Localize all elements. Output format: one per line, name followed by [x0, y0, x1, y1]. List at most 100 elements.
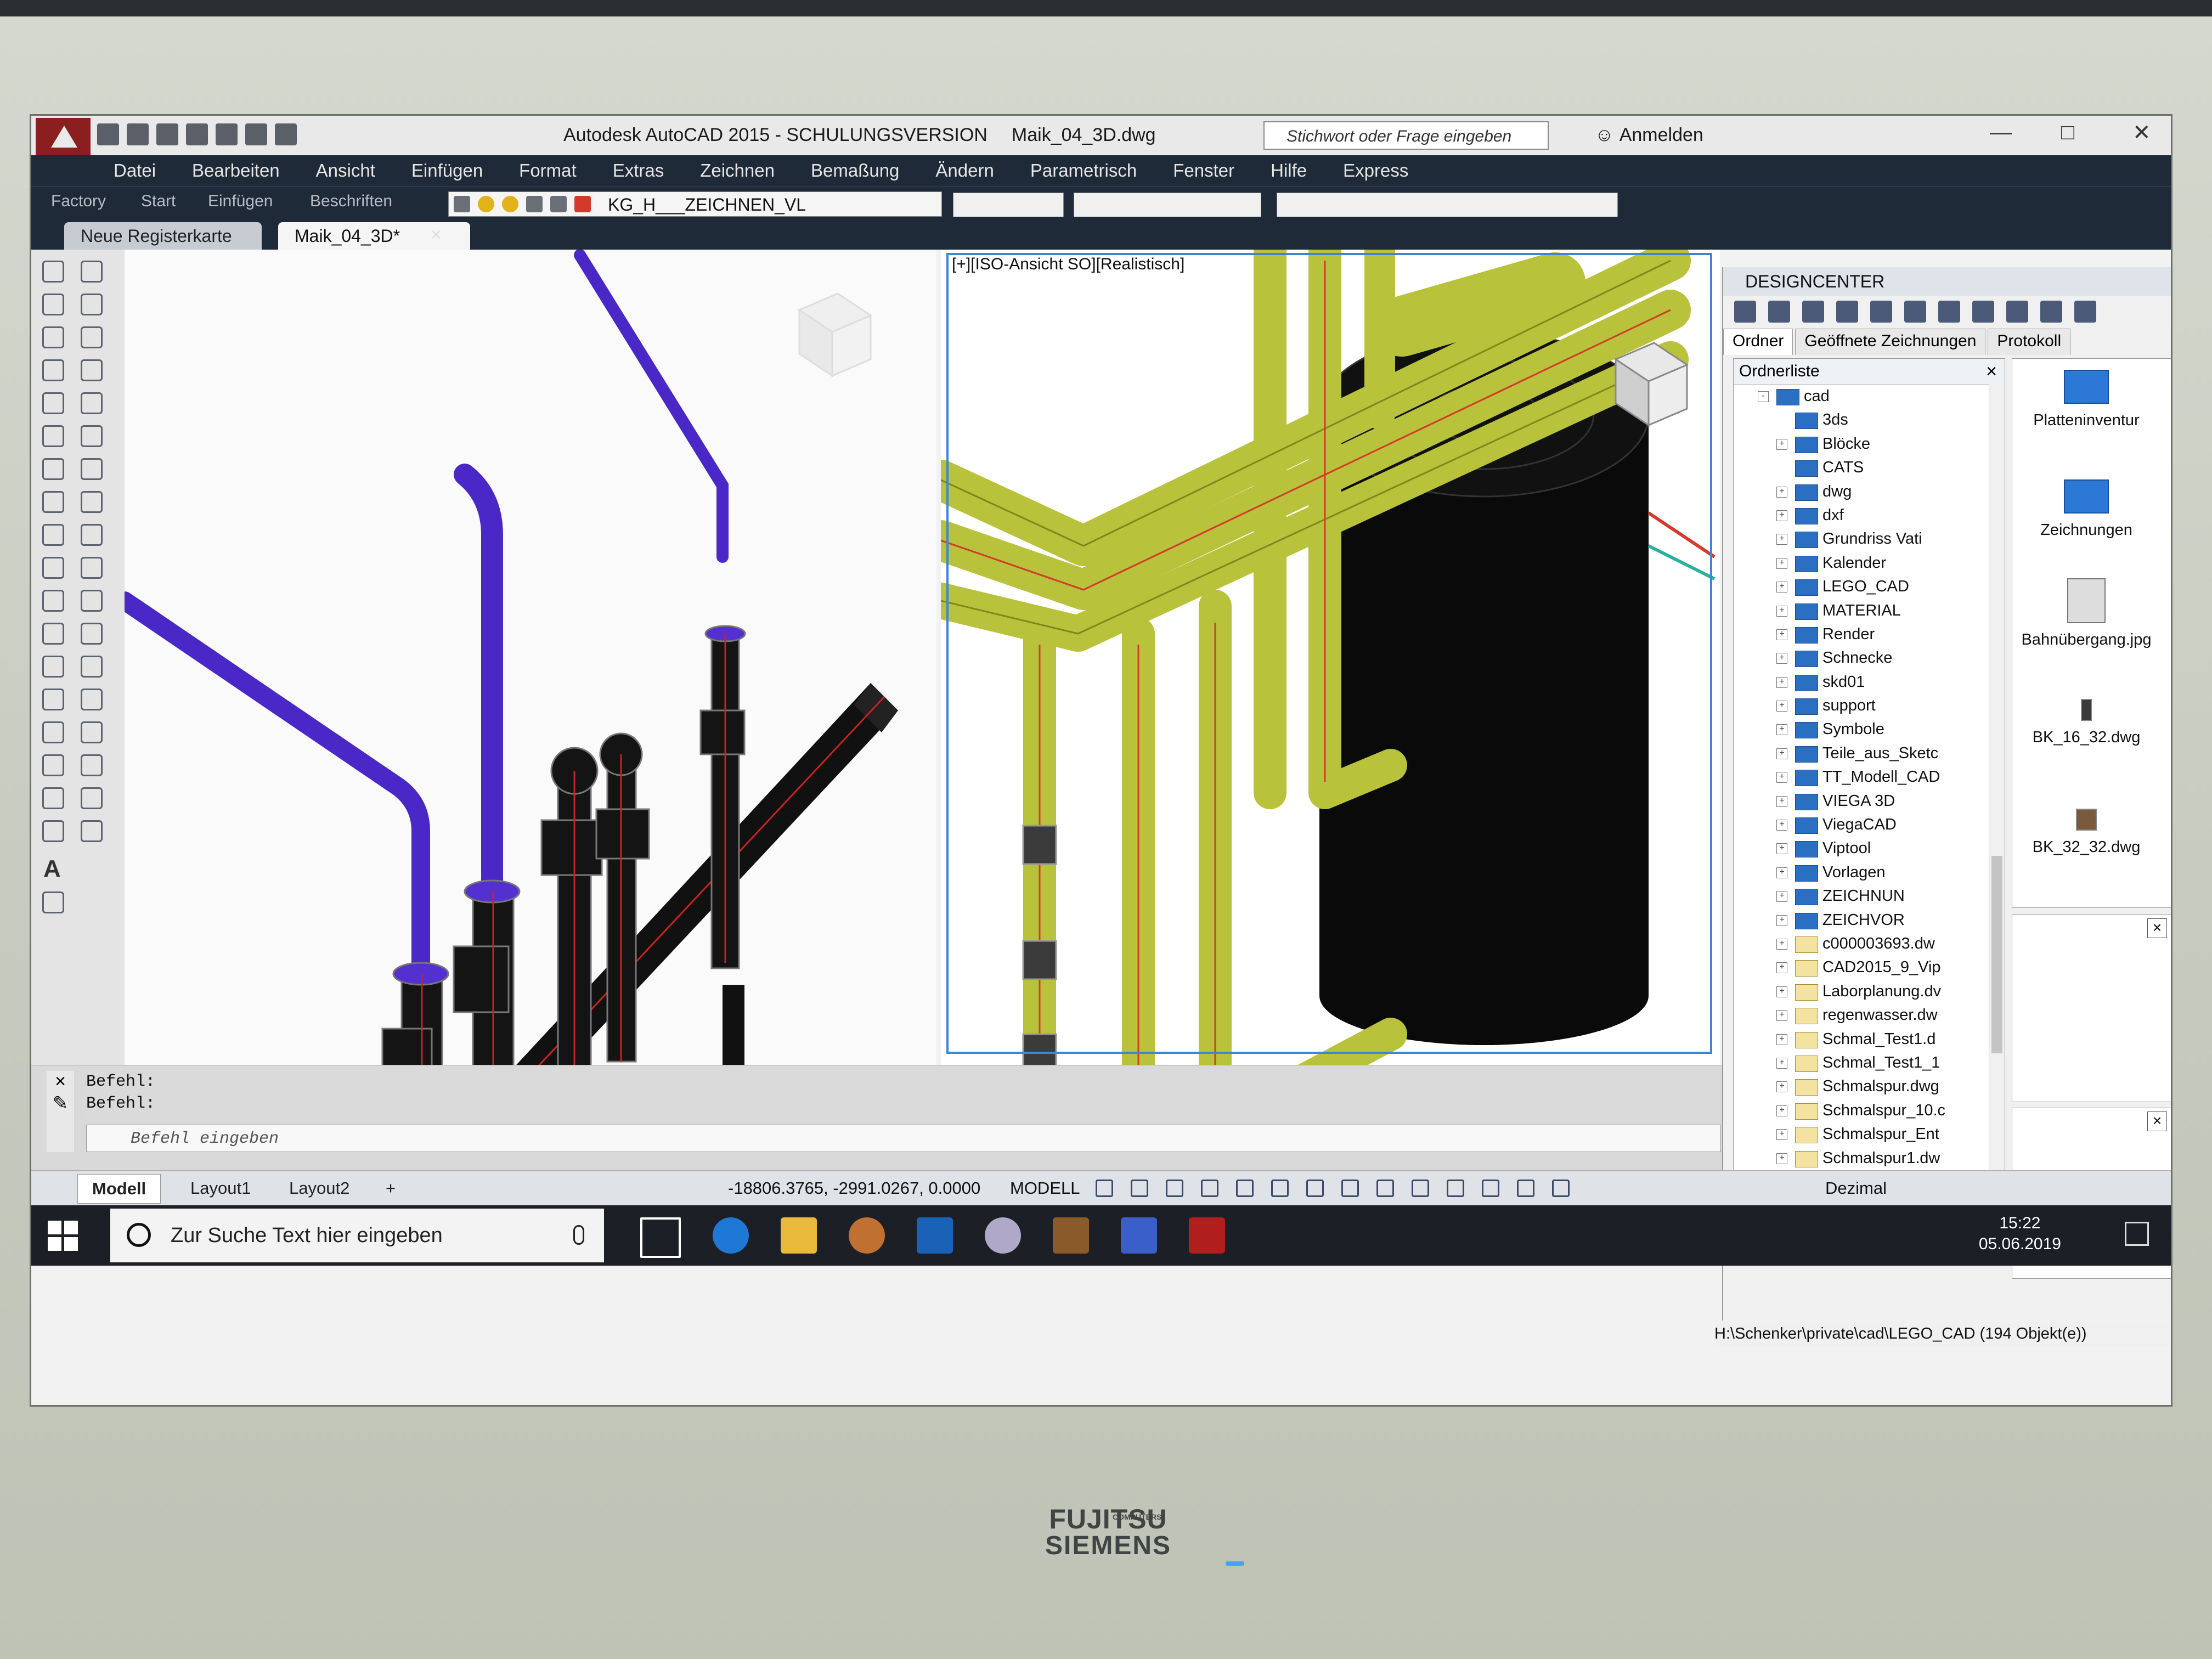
expand-icon[interactable]: + [1776, 962, 1787, 974]
expand-icon[interactable]: + [1776, 795, 1787, 807]
tree-item[interactable]: + MATERIAL [1734, 599, 2005, 623]
minimize-icon[interactable]: — [1990, 120, 2012, 145]
grid-icon[interactable] [1096, 1180, 1113, 1197]
tree-item[interactable]: + Schmalspur_10.c [1734, 1099, 2005, 1122]
autocad-logo-icon[interactable] [36, 118, 91, 156]
stretch-icon[interactable] [81, 524, 103, 546]
tree-item[interactable]: + ZEICHNUN [1734, 884, 2005, 908]
tree-item[interactable]: CATS [1734, 456, 2005, 479]
make-block-icon[interactable] [42, 656, 64, 678]
tree-item[interactable]: + Laborplanung.dv [1734, 980, 2005, 1003]
rotate-icon[interactable] [81, 458, 103, 480]
tab-history[interactable]: Protokoll [1988, 329, 2071, 355]
windows-start-icon[interactable] [48, 1221, 78, 1251]
tree-item[interactable]: 3ds [1734, 408, 2005, 432]
tab-ordner[interactable]: Ordner [1723, 329, 1793, 355]
tree-item[interactable]: + Schmal_Test1_1 [1734, 1051, 2005, 1075]
menu-express[interactable]: Express [1343, 155, 1408, 186]
tab-new[interactable]: Neue Registerkarte [64, 222, 262, 250]
up-folder-icon[interactable] [1836, 301, 1858, 323]
tree-item[interactable]: - cad [1734, 385, 2005, 408]
expand-icon[interactable]: + [1776, 1153, 1787, 1164]
revcloud-icon[interactable] [42, 491, 64, 513]
expand-icon[interactable]: + [1776, 867, 1787, 878]
point-icon[interactable] [42, 689, 64, 710]
tree-close-icon[interactable]: × [1986, 359, 1997, 384]
tree-item[interactable]: + skd01 [1734, 670, 2005, 694]
ribbon-tab-beschriften[interactable]: Beschriften [310, 187, 392, 216]
expand-icon[interactable]: + [1776, 772, 1787, 783]
expand-icon[interactable]: + [1776, 1010, 1787, 1022]
preview-icon[interactable] [2006, 301, 2028, 323]
tree-item[interactable]: + Schnecke [1734, 646, 2005, 670]
menu-parametrisch[interactable]: Parametrisch [1030, 155, 1137, 186]
mirror-icon[interactable] [81, 326, 103, 348]
content-item[interactable]: BK_16_32.dwg [2012, 699, 2160, 747]
collapse-icon[interactable]: - [1758, 391, 1769, 402]
spline-icon[interactable] [42, 524, 64, 546]
favorites-icon[interactable] [1904, 301, 1926, 323]
tree-item[interactable]: + ViegaCAD [1734, 813, 2005, 837]
expand-icon[interactable]: + [1776, 701, 1787, 712]
menu-format[interactable]: Format [519, 155, 577, 186]
hatch-icon[interactable] [42, 721, 64, 743]
menu-aendern[interactable]: Ändern [935, 155, 994, 186]
command-input[interactable]: Befehl eingeben [86, 1125, 1721, 1152]
ellipse-arc-icon[interactable] [42, 590, 64, 612]
task-view-icon[interactable] [640, 1217, 681, 1258]
command-close-icon[interactable]: × ✎ [47, 1071, 74, 1152]
description-icon[interactable] [2040, 301, 2062, 323]
menu-datei[interactable]: Datei [114, 155, 156, 186]
expand-icon[interactable]: + [1776, 1105, 1787, 1116]
model-space-button[interactable]: MODELL [1010, 1171, 1080, 1206]
viewport-label[interactable]: [+][ISO-Ansicht SO][Realistisch] [952, 255, 1184, 274]
tree-item[interactable]: + ZEICHVOR [1734, 909, 2005, 932]
transparency-icon[interactable] [1376, 1180, 1394, 1197]
expand-icon[interactable]: + [1776, 938, 1787, 950]
notifications-icon[interactable] [2125, 1222, 2149, 1246]
plus-icon[interactable] [1552, 1180, 1570, 1197]
table-icon[interactable] [42, 820, 64, 842]
tree-item[interactable]: + Schmal_Test1.d [1734, 1028, 2005, 1051]
outlook-icon[interactable] [917, 1217, 953, 1254]
copy-icon[interactable] [81, 294, 103, 315]
autocad-taskbar-icon[interactable] [1189, 1217, 1225, 1254]
menu-ansicht[interactable]: Ansicht [316, 155, 375, 186]
tree-item[interactable]: + Symbole [1734, 718, 2005, 741]
forward-icon[interactable] [1802, 301, 1824, 323]
insert-block-icon[interactable] [42, 623, 64, 645]
save-app-icon[interactable] [1121, 1217, 1157, 1254]
menu-extras[interactable]: Extras [613, 155, 664, 186]
units-dropdown[interactable]: Dezimal [1825, 1171, 1887, 1206]
trim-icon[interactable] [81, 557, 103, 579]
print-icon[interactable] [216, 123, 238, 145]
expand-icon[interactable]: + [1776, 653, 1787, 664]
close-icon[interactable]: ✕ [2132, 120, 2151, 145]
expand-icon[interactable]: + [1776, 510, 1787, 521]
expand-icon[interactable]: + [1776, 557, 1787, 569]
polyline-icon[interactable] [42, 326, 64, 348]
tree-item[interactable]: + Kalender [1734, 551, 2005, 575]
annotation-icon[interactable] [1482, 1180, 1499, 1197]
ribbon-tab-start[interactable]: Start [141, 187, 176, 216]
chamfer-icon[interactable] [81, 721, 103, 743]
edge-icon[interactable] [713, 1217, 749, 1254]
file-explorer-icon[interactable] [781, 1217, 817, 1254]
tree-item[interactable]: + Schmalspur_Ent [1734, 1122, 2005, 1146]
app-icon[interactable] [985, 1217, 1021, 1254]
viewport-left[interactable] [125, 250, 936, 1065]
expand-icon[interactable]: + [1776, 605, 1787, 617]
content-item[interactable]: Platteninventur [2012, 370, 2160, 430]
tree-item[interactable]: + LEGO_CAD [1734, 575, 2005, 599]
expand-icon[interactable]: + [1776, 1081, 1787, 1093]
menu-bemassung[interactable]: Bemaßung [811, 155, 899, 186]
tree-item[interactable]: + Render [1734, 623, 2005, 646]
content-item[interactable]: BK_32_32.dwg [2012, 809, 2160, 856]
construction-line-icon[interactable] [42, 294, 64, 315]
expand-icon[interactable]: + [1776, 486, 1787, 498]
break-at-point-icon[interactable] [81, 656, 103, 678]
add-layout-icon[interactable]: + [371, 1174, 410, 1203]
ortho-icon[interactable] [1166, 1180, 1183, 1197]
fillet-icon[interactable] [81, 754, 103, 776]
menu-bearbeiten[interactable]: Bearbeiten [192, 155, 280, 186]
